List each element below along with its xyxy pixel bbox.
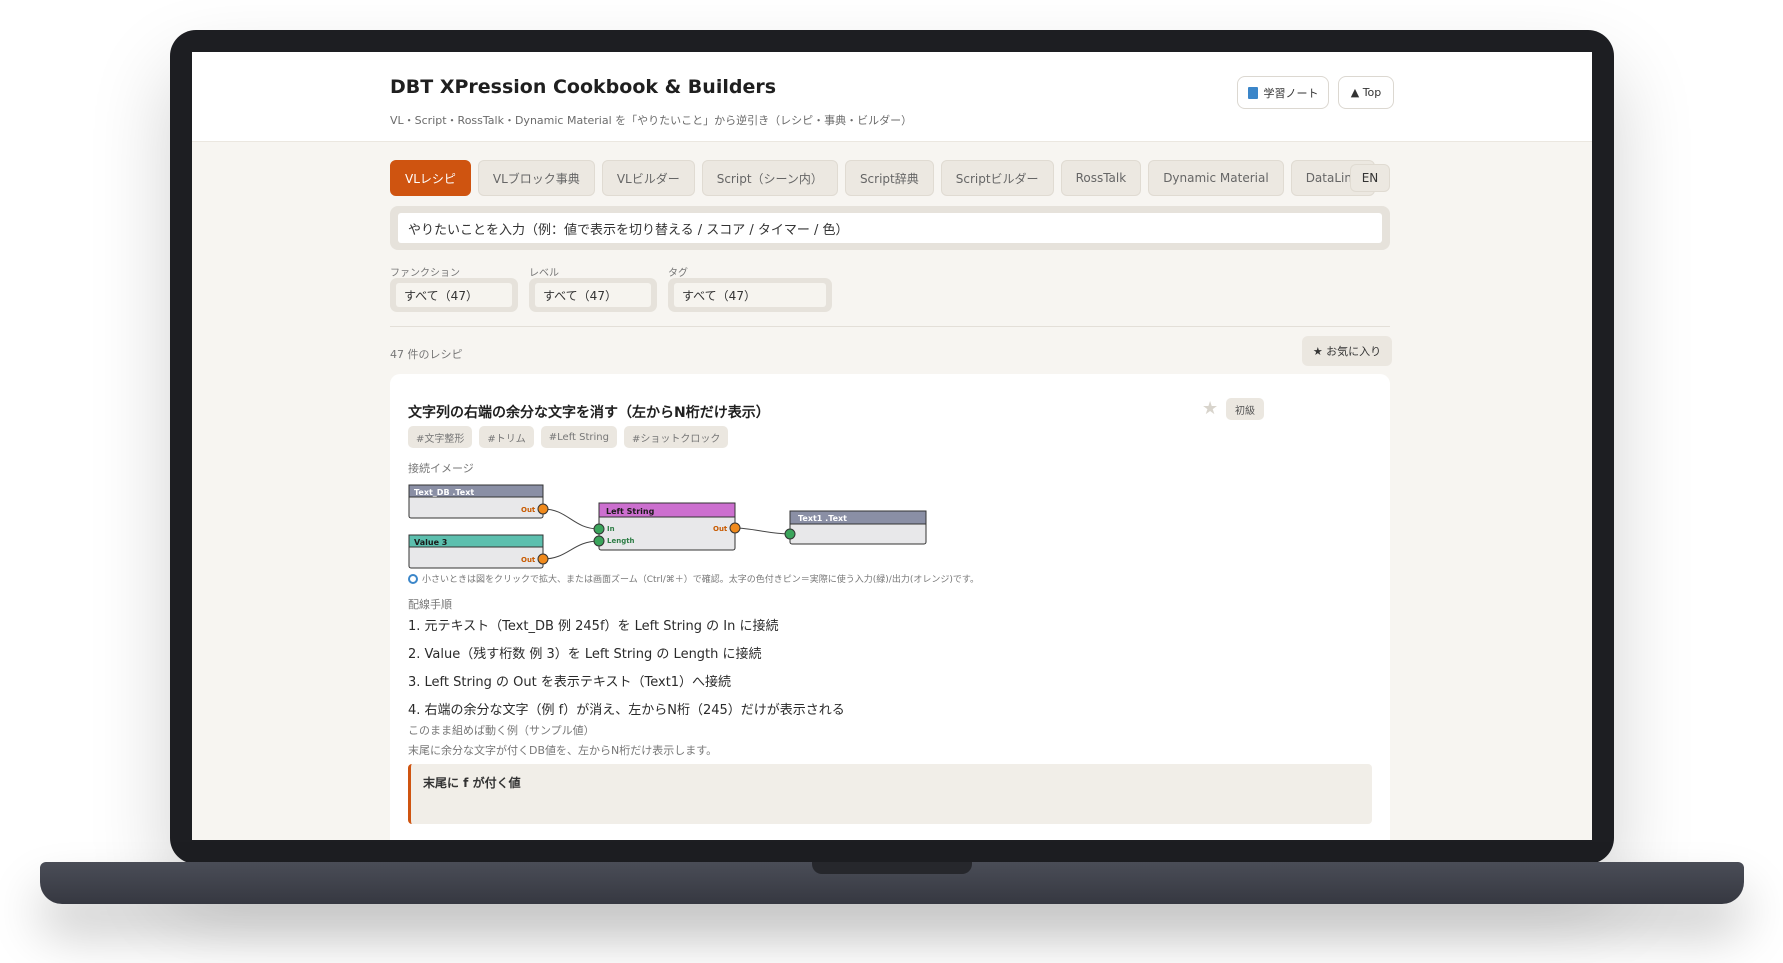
node-text-db-out-label: Out xyxy=(521,506,536,514)
list-item: 3. Left String の Out を表示テキスト（Text1）へ接続 xyxy=(408,675,732,690)
node-text-db[interactable]: Text_DB .Text Out xyxy=(408,484,549,519)
main-tabs: VLレシピ VLブロック事典 VLビルダー Script（シーン内） Scrip… xyxy=(390,160,1375,196)
tab-script-dictionary[interactable]: Script辞典 xyxy=(844,160,934,196)
wiring-steps: 1. 元テキスト（Text_DB 例 245f）を Left String の … xyxy=(408,616,845,728)
tag-chip[interactable]: #ショットクロック xyxy=(624,426,729,448)
tag-chip[interactable]: #文字整形 xyxy=(408,426,473,448)
wire xyxy=(542,508,600,530)
connection-diagram[interactable]: Text_DB .Text Out Value 3 Out Left Strin… xyxy=(408,474,948,569)
page-header: DBT XPression Cookbook & Builders VL・Scr… xyxy=(192,52,1592,142)
tab-rosstalk[interactable]: RossTalk xyxy=(1060,160,1142,196)
recipe-card: 文字列の右端の余分な文字を消す（左からN桁だけ表示） ★ 初級 #文字整形 #ト… xyxy=(390,374,1390,840)
node-left-string[interactable]: Left String In Length Out xyxy=(593,502,741,551)
node-value-out-label: Out xyxy=(521,556,536,564)
tag-chip[interactable]: #Left String xyxy=(540,426,617,448)
example-title: 末尾に f が付く値 xyxy=(423,776,521,790)
filter-tag-label: タグ xyxy=(668,268,688,279)
wire xyxy=(734,527,791,535)
filter-function-select[interactable]: すべて（47） xyxy=(390,278,518,312)
favorite-star-icon[interactable]: ★ xyxy=(1202,398,1218,419)
filter-function-value: すべて（47） xyxy=(396,283,512,307)
list-item: 2. Value（残す桁数 例 3）を Left String の Length… xyxy=(408,647,762,662)
filter-tag-select[interactable]: すべて（47） xyxy=(668,278,832,312)
section-divider xyxy=(390,326,1390,327)
node-text-db-title: Text_DB .Text xyxy=(414,488,474,497)
example-box: 末尾に f が付く値 xyxy=(408,764,1372,824)
out-port[interactable] xyxy=(537,503,549,515)
node-left-string-out-label: Out xyxy=(713,525,728,533)
study-notes-label: 学習ノート xyxy=(1263,86,1319,100)
diagram-hint-text: 小さいときは図をクリックで拡大、または画面ズーム（Ctrl/⌘＋）で確認。太字の… xyxy=(422,575,979,585)
study-notes-button[interactable]: 学習ノート xyxy=(1237,76,1329,109)
in-port[interactable] xyxy=(784,528,796,540)
sample-description: 末尾に余分な文字が付くDB値を、左からN桁だけ表示します。 xyxy=(408,744,718,757)
tab-dynamic-material[interactable]: Dynamic Material xyxy=(1148,160,1284,196)
language-toggle-button[interactable]: EN xyxy=(1350,164,1390,192)
node-text1[interactable]: Text1 .Text xyxy=(784,510,927,545)
recipe-tags: #文字整形 #トリム #Left String #ショットクロック xyxy=(408,426,729,448)
search-box xyxy=(390,206,1390,250)
search-input[interactable] xyxy=(398,213,1382,243)
length-port[interactable] xyxy=(593,535,605,547)
top-button[interactable]: ▲ Top xyxy=(1338,76,1394,109)
node-value[interactable]: Value 3 Out xyxy=(408,534,549,569)
tab-vl-recipes[interactable]: VLレシピ xyxy=(390,160,471,196)
favorites-button[interactable]: ★ お気に入り xyxy=(1302,336,1392,366)
tab-vl-builder[interactable]: VLビルダー xyxy=(601,160,695,196)
out-port[interactable] xyxy=(729,522,741,534)
tab-script-builder[interactable]: Scriptビルダー xyxy=(940,160,1054,196)
filter-level-select[interactable]: すべて（47） xyxy=(529,278,657,312)
wire xyxy=(542,540,600,560)
list-item: 1. 元テキスト（Text_DB 例 245f）を Left String の … xyxy=(408,619,779,634)
node-left-string-length-label: Length xyxy=(607,537,635,545)
node-value-title: Value 3 xyxy=(414,538,447,547)
filter-level-label: レベル xyxy=(529,268,559,279)
filter-level-value: すべて（47） xyxy=(535,283,651,307)
magnifier-icon xyxy=(408,573,418,584)
tag-chip[interactable]: #トリム xyxy=(479,426,534,448)
browser-screen: DBT XPression Cookbook & Builders VL・Scr… xyxy=(192,52,1592,840)
node-left-string-in-label: In xyxy=(607,525,615,533)
app-title: DBT XPression Cookbook & Builders xyxy=(390,76,777,98)
out-port[interactable] xyxy=(537,553,549,565)
laptop-notch xyxy=(812,862,972,874)
node-left-string-title: Left String xyxy=(606,507,655,516)
tab-vl-block-dictionary[interactable]: VLブロック事典 xyxy=(477,160,595,196)
steps-label: 配線手順 xyxy=(408,598,452,611)
recipe-title: 文字列の右端の余分な文字を消す（左からN桁だけ表示） xyxy=(408,405,770,421)
node-text1-title: Text1 .Text xyxy=(798,514,847,523)
app-subtitle: VL・Script・RossTalk・Dynamic Material を「やり… xyxy=(390,114,913,127)
tab-script-in-scene[interactable]: Script（シーン内） xyxy=(701,160,838,196)
in-port[interactable] xyxy=(593,523,605,535)
level-badge: 初級 xyxy=(1226,398,1264,420)
diagram-hint: 小さいときは図をクリックで拡大、または画面ズーム（Ctrl/⌘＋）で確認。太字の… xyxy=(408,572,979,585)
sample-label: このまま組めば動く例（サンプル値） xyxy=(408,724,595,737)
result-count: 47 件のレシピ xyxy=(390,348,463,361)
book-icon xyxy=(1247,86,1258,99)
filter-tag-value: すべて（47） xyxy=(674,283,826,307)
filter-function-label: ファンクション xyxy=(390,268,460,279)
